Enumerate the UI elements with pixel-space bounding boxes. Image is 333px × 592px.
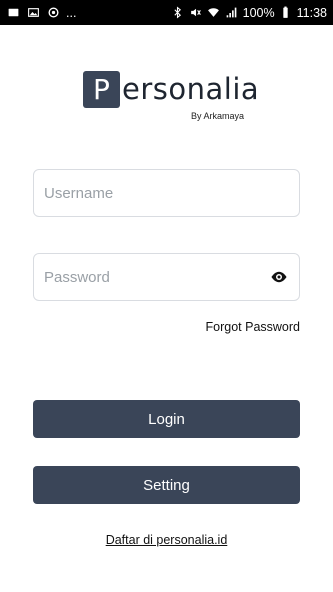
status-left: ... [6,6,76,20]
battery-icon [279,6,293,20]
login-button[interactable]: Login [33,400,300,438]
logo-wordmark: ersonalia [122,72,260,106]
sync-icon [46,6,60,20]
password-input[interactable] [44,268,269,286]
signal-icon [225,6,239,20]
photo-icon [6,6,20,20]
setting-button[interactable]: Setting [33,466,300,504]
logo-letter-box: P [83,70,120,108]
register-link[interactable]: Daftar di personalia.id [106,533,228,547]
username-input[interactable] [44,184,289,202]
bluetooth-icon [171,6,185,20]
username-field[interactable] [33,169,300,217]
gallery-icon [26,6,40,20]
status-time: 11:38 [296,5,327,20]
mute-icon [189,6,203,20]
status-right: 100% 11:38 [171,6,327,20]
app-logo: P ersonalia [83,70,259,108]
password-field[interactable] [33,253,300,301]
status-more: ... [66,5,77,20]
forgot-password-link[interactable]: Forgot Password [206,320,300,334]
battery-percent: 100% [242,5,275,20]
register-footer: Daftar di personalia.id [0,533,333,547]
eye-icon[interactable] [269,267,289,287]
wifi-icon [207,6,221,20]
logo-byline: By Arkamaya [191,111,245,121]
status-bar: ... 100% 11:38 [0,0,333,25]
